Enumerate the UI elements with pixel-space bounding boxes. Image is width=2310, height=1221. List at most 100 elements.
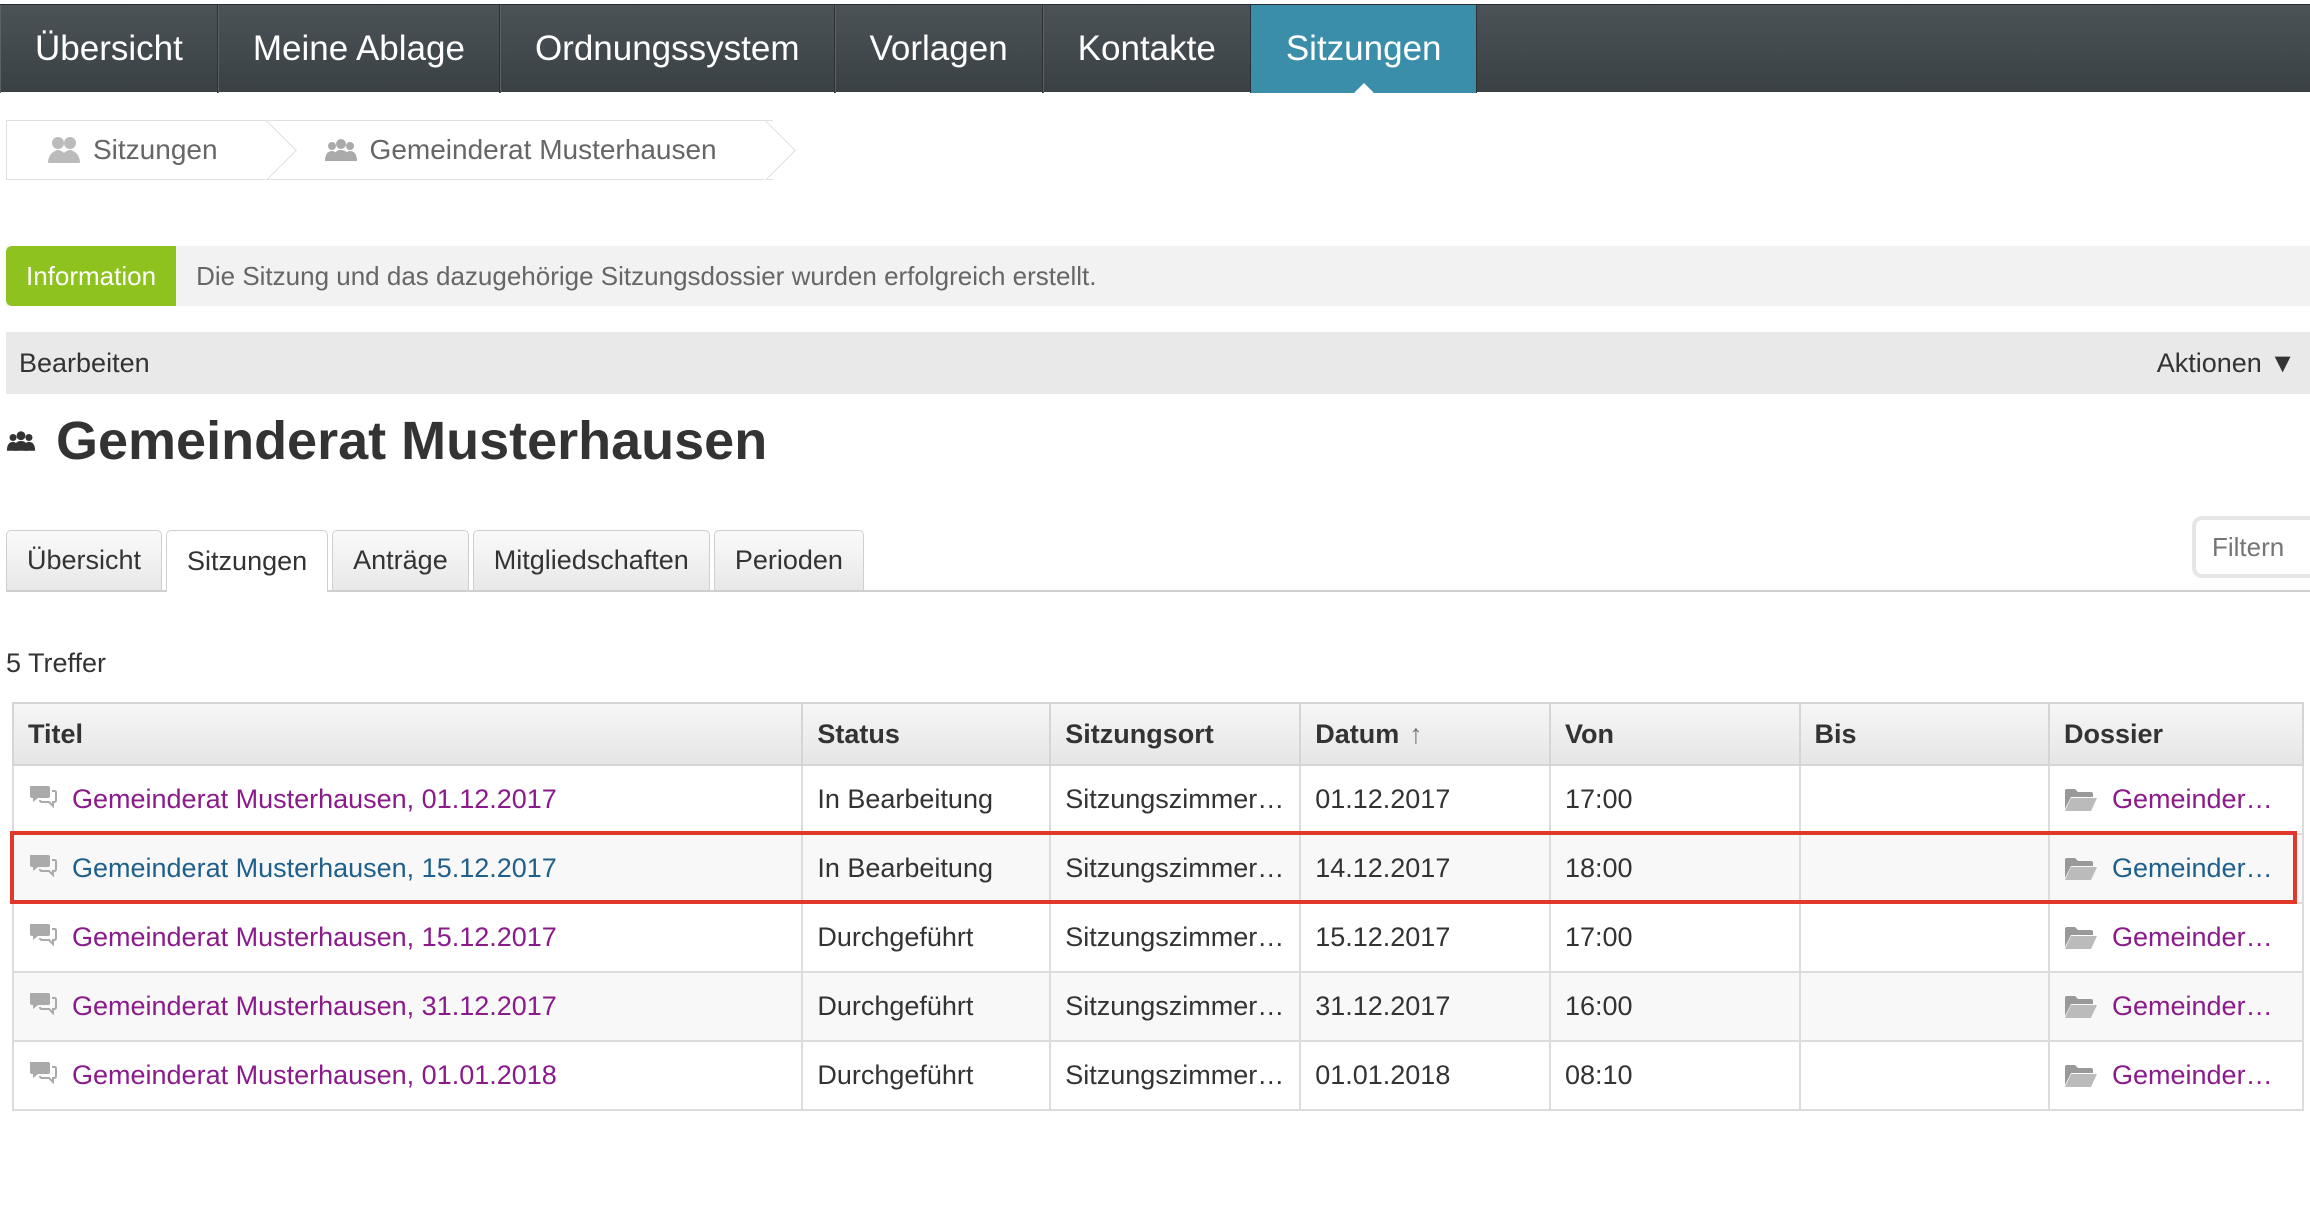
edit-button[interactable]: Bearbeiten <box>19 348 150 379</box>
meeting-link[interactable]: Gemeinderat Musterhausen, 01.12.2017 <box>72 784 557 815</box>
info-text: Die Sitzung und das dazugehörige Sitzung… <box>196 260 1097 291</box>
folder-icon <box>2064 994 2098 1020</box>
dossier-link[interactable]: Gemeinder… <box>2112 784 2273 815</box>
column-header-bis[interactable]: Bis <box>1798 702 2051 766</box>
page-title-text: Gemeinderat Musterhausen <box>56 411 768 471</box>
folder-icon <box>2064 925 2098 951</box>
column-header-von[interactable]: Von <box>1548 702 1801 766</box>
meeting-comment-icon <box>28 991 58 1015</box>
column-header-datum-label: Datum <box>1315 718 1400 749</box>
column-header-titel[interactable]: Titel <box>11 702 804 766</box>
filter-input[interactable] <box>2192 516 2310 578</box>
breadcrumb-label: Gemeinderat Musterhausen <box>369 134 717 165</box>
meetings-table: Titel Status Sitzungsort Datum ↑ Von Bis … <box>11 702 2304 1111</box>
meeting-link[interactable]: Gemeinderat Musterhausen, 15.12.2017 <box>72 922 557 953</box>
info-badge: Information <box>6 246 177 306</box>
meetings-icon <box>47 135 81 165</box>
cell-status: Durchgeführt <box>801 971 1052 1042</box>
table-row[interactable]: Gemeinderat Musterhausen, 31.12.2017 Durc… <box>11 971 2304 1042</box>
nav-item-ordnungssystem[interactable]: Ordnungssystem <box>499 5 835 93</box>
page-title: Gemeinderat Musterhausen <box>6 410 767 472</box>
cell-bis <box>1798 833 2051 904</box>
cell-titel: Gemeinderat Musterhausen, 15.12.2017 <box>11 833 804 904</box>
action-bar: Bearbeiten Aktionen ▼ <box>6 332 2310 394</box>
meeting-link[interactable]: Gemeinderat Musterhausen, 01.01.2018 <box>72 1060 557 1091</box>
cell-status: In Bearbeitung <box>801 833 1052 904</box>
table-row[interactable]: Gemeinderat Musterhausen, 15.12.2017 Durc… <box>11 902 2304 973</box>
cell-von: 17:00 <box>1548 764 1801 835</box>
cell-sitzungsort: Sitzungszimmer… <box>1049 764 1302 835</box>
cell-dossier: Gemeinder… <box>2048 902 2304 973</box>
dossier-link[interactable]: Gemeinder… <box>2112 853 2273 884</box>
meeting-comment-icon <box>28 784 58 808</box>
nav-item-kontakte[interactable]: Kontakte <box>1042 5 1251 93</box>
tab-perioden[interactable]: Perioden <box>713 530 864 590</box>
cell-dossier: Gemeinder… <box>2048 1040 2304 1111</box>
folder-icon <box>2064 1063 2098 1089</box>
cell-dossier: Gemeinder… <box>2048 764 2304 835</box>
dossier-link[interactable]: Gemeinder… <box>2112 991 2273 1022</box>
info-message: Information Die Sitzung und das dazugehö… <box>6 246 2310 306</box>
cell-titel: Gemeinderat Musterhausen, 15.12.2017 <box>11 902 804 973</box>
table-row[interactable]: Gemeinderat Musterhausen, 01.12.2017 In B… <box>11 764 2304 835</box>
nav-item-sitzungen[interactable]: Sitzungen <box>1250 5 1477 93</box>
breadcrumb-item-gemeinderat[interactable]: Gemeinderat Musterhausen <box>273 120 773 180</box>
cell-datum: 15.12.2017 <box>1299 902 1551 973</box>
tab-uebersicht[interactable]: Übersicht <box>6 530 163 590</box>
cell-dossier: Gemeinder… <box>2048 971 2304 1042</box>
cell-sitzungsort: Sitzungszimmer… <box>1049 902 1302 973</box>
cell-bis <box>1798 764 2051 835</box>
main-navigation: Übersicht Meine Ablage Ordnungssystem Vo… <box>0 4 2310 93</box>
cell-datum: 14.12.2017 <box>1299 833 1551 904</box>
column-header-datum[interactable]: Datum ↑ <box>1299 702 1551 766</box>
nav-item-meine-ablage[interactable]: Meine Ablage <box>217 5 500 93</box>
tab-mitgliedschaften[interactable]: Mitgliedschaften <box>472 530 710 590</box>
actions-menu[interactable]: Aktionen ▼ <box>2157 348 2296 379</box>
dossier-link[interactable]: Gemeinder… <box>2112 922 2273 953</box>
cell-von: 18:00 <box>1548 833 1801 904</box>
breadcrumb-item-sitzungen[interactable]: Sitzungen <box>6 120 274 180</box>
result-count: 5 Treffer <box>6 648 107 678</box>
cell-von: 08:10 <box>1548 1040 1801 1111</box>
cell-datum: 01.01.2018 <box>1299 1040 1551 1111</box>
folder-icon <box>2064 856 2098 882</box>
cell-sitzungsort: Sitzungszimmer… <box>1049 833 1302 904</box>
meeting-comment-icon <box>28 922 58 946</box>
column-header-sitzungsort[interactable]: Sitzungsort <box>1049 702 1302 766</box>
dossier-link[interactable]: Gemeinder… <box>2112 1060 2273 1091</box>
cell-status: In Bearbeitung <box>801 764 1052 835</box>
cell-datum: 31.12.2017 <box>1299 971 1551 1042</box>
tab-antraege[interactable]: Anträge <box>332 530 469 590</box>
table-row[interactable]: Gemeinderat Musterhausen, 15.12.2017 In B… <box>11 833 2304 904</box>
nav-item-vorlagen[interactable]: Vorlagen <box>834 5 1043 93</box>
table-header-row: Titel Status Sitzungsort Datum ↑ Von Bis … <box>11 702 2304 766</box>
cell-datum: 01.12.2017 <box>1299 764 1551 835</box>
cell-titel: Gemeinderat Musterhausen, 31.12.2017 <box>11 971 804 1042</box>
cell-titel: Gemeinderat Musterhausen, 01.01.2018 <box>11 1040 804 1111</box>
cell-status: Durchgeführt <box>801 1040 1052 1111</box>
cell-dossier: Gemeinder… <box>2048 833 2304 904</box>
group-icon <box>6 429 36 453</box>
breadcrumb-label: Sitzungen <box>93 134 218 165</box>
folder-icon <box>2064 787 2098 813</box>
cell-von: 16:00 <box>1548 971 1801 1042</box>
column-header-dossier[interactable]: Dossier <box>2048 702 2304 766</box>
breadcrumb: Sitzungen Gemeinderat Musterhausen <box>6 120 773 180</box>
cell-bis <box>1798 1040 2051 1111</box>
cell-von: 17:00 <box>1548 902 1801 973</box>
column-header-status[interactable]: Status <box>801 702 1052 766</box>
meeting-link[interactable]: Gemeinderat Musterhausen, 15.12.2017 <box>72 853 557 884</box>
meeting-link[interactable]: Gemeinderat Musterhausen, 31.12.2017 <box>72 991 557 1022</box>
tab-sitzungen[interactable]: Sitzungen <box>166 530 329 592</box>
table-row[interactable]: Gemeinderat Musterhausen, 01.01.2018 Durc… <box>11 1040 2304 1111</box>
meeting-comment-icon <box>28 853 58 877</box>
cell-status: Durchgeführt <box>801 902 1052 973</box>
nav-item-uebersicht[interactable]: Übersicht <box>0 5 218 93</box>
cell-titel: Gemeinderat Musterhausen, 01.12.2017 <box>11 764 804 835</box>
cell-sitzungsort: Sitzungszimmer… <box>1049 1040 1302 1111</box>
group-icon <box>324 137 358 163</box>
cell-sitzungsort: Sitzungszimmer… <box>1049 971 1302 1042</box>
cell-bis <box>1798 971 2051 1042</box>
cell-bis <box>1798 902 2051 973</box>
sort-ascending-icon: ↑ <box>1409 718 1423 749</box>
